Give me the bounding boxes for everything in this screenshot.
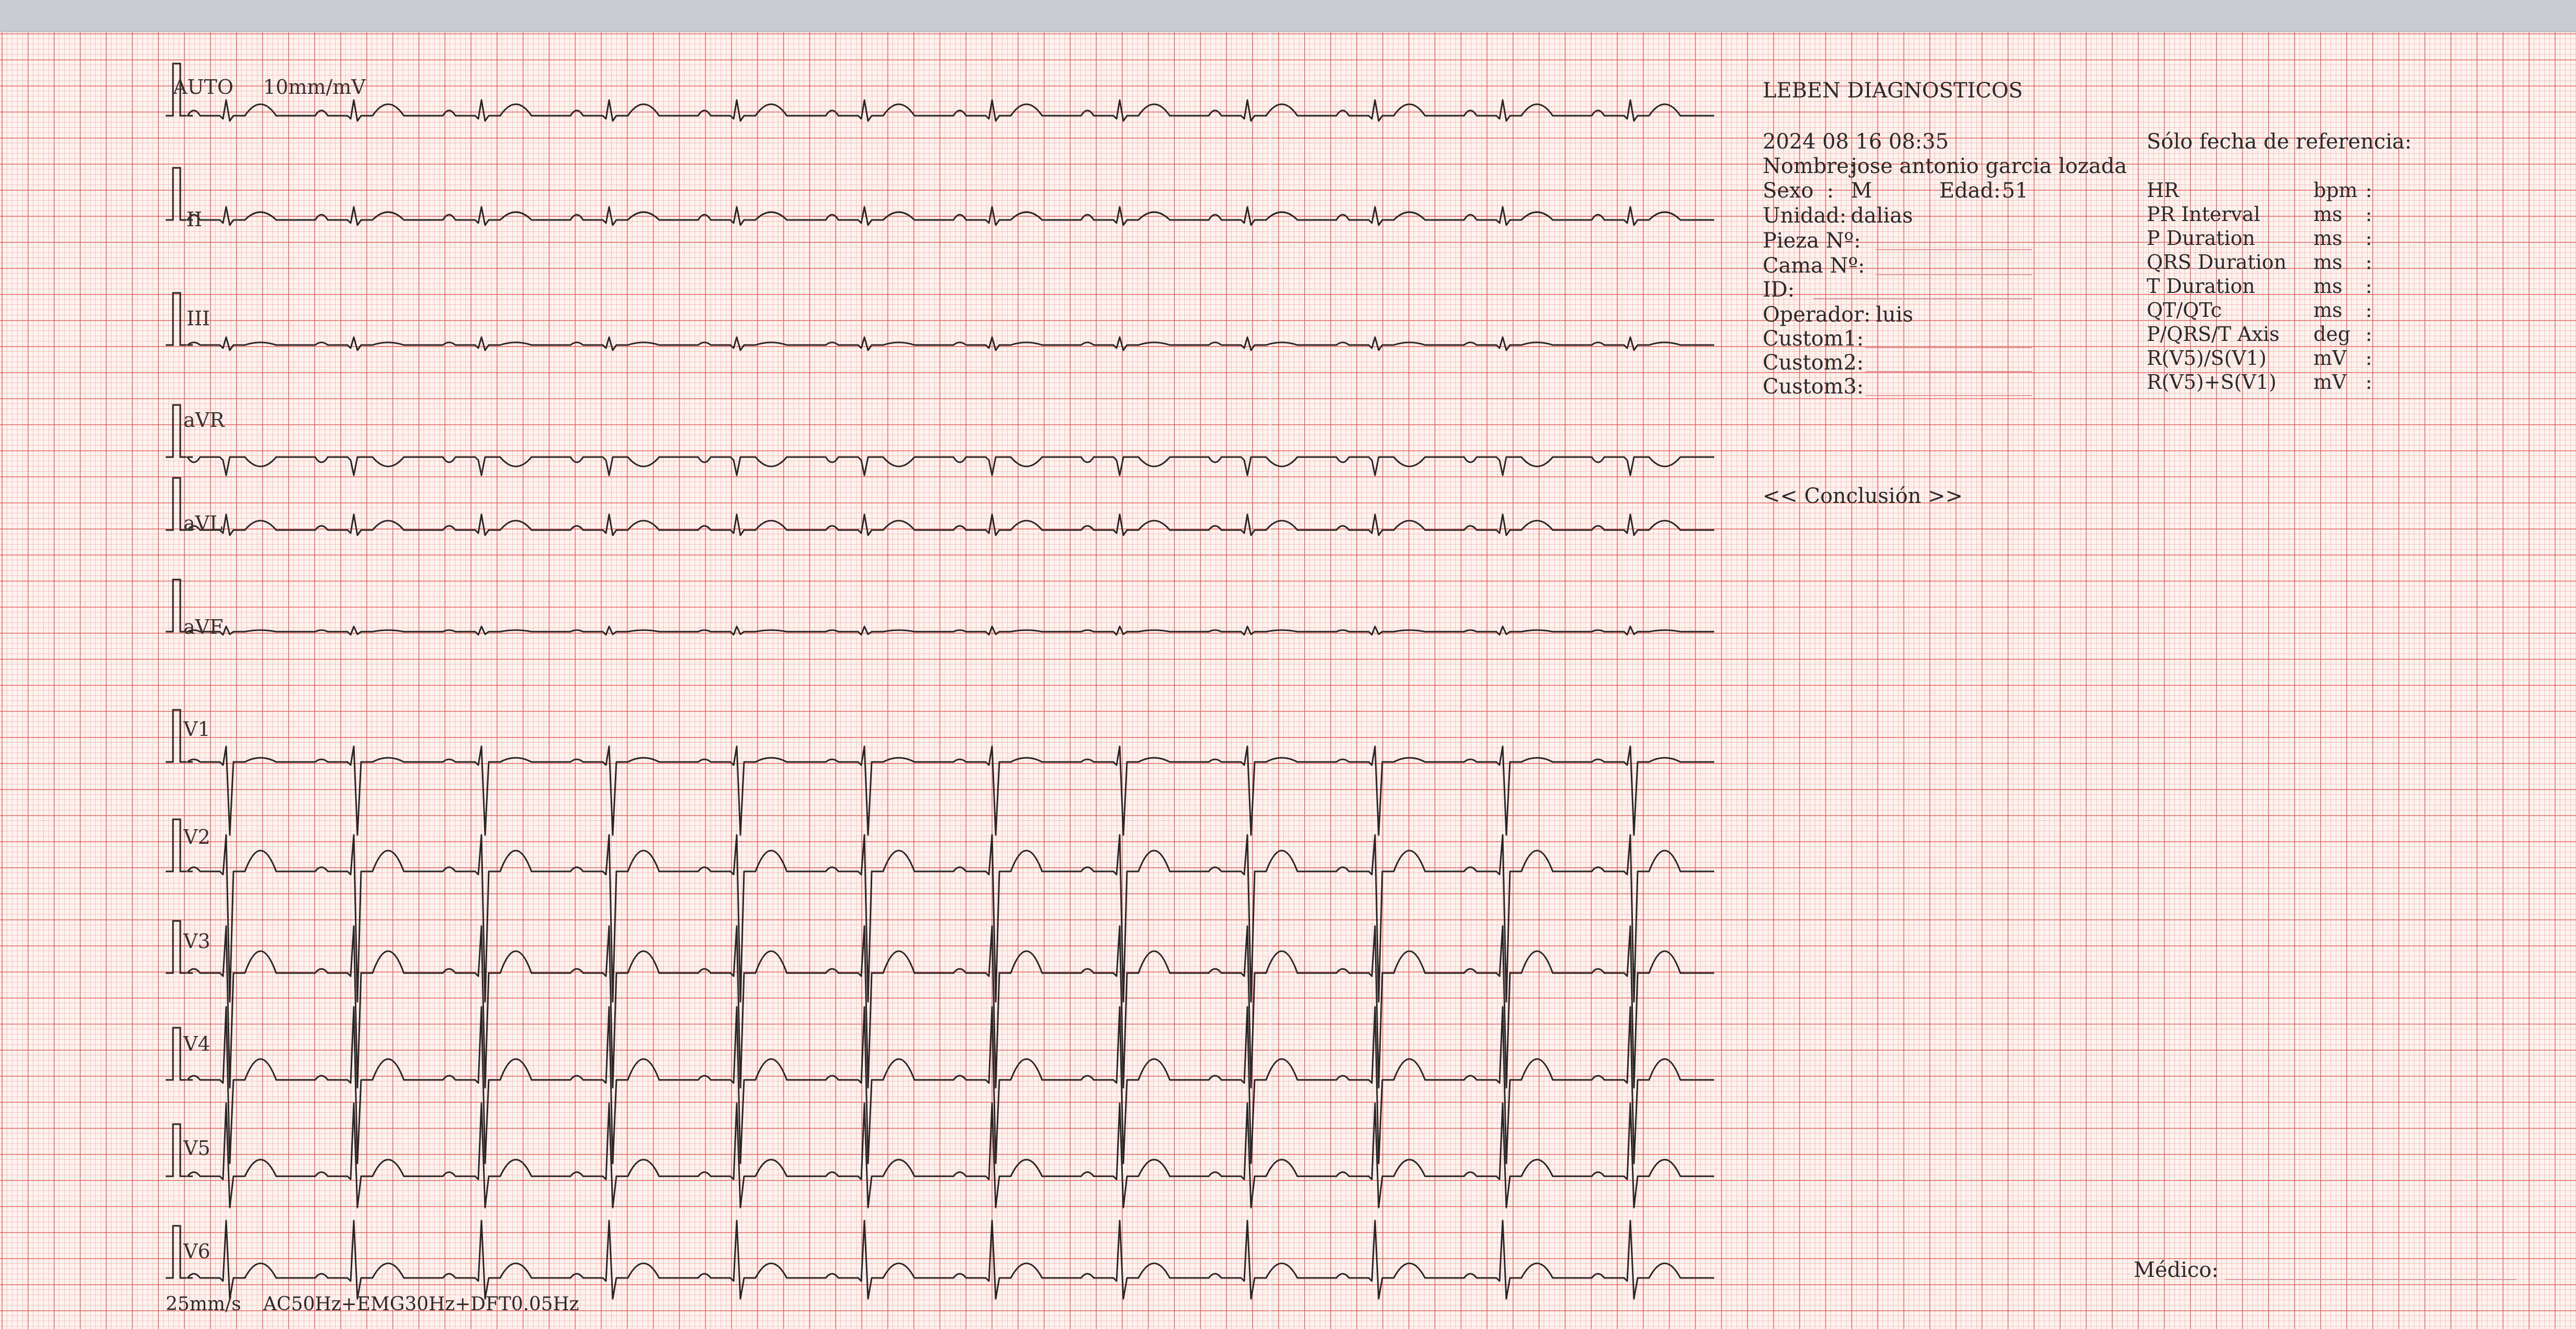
meas-unit: mV xyxy=(2313,347,2347,370)
meas-name: PR Interval xyxy=(2147,203,2260,226)
gain-value: 10mm/mV xyxy=(263,76,366,99)
ecg-trace-ii xyxy=(187,206,1714,226)
meas-name: P Duration xyxy=(2147,227,2256,250)
custom2-line xyxy=(1865,371,2032,372)
exam-datetime: 2024 08 16 08:35 xyxy=(1763,130,1949,154)
meas-value: : xyxy=(2366,251,2372,274)
custom1-label: Custom1: xyxy=(1763,327,1864,351)
meas-value: : xyxy=(2366,323,2372,346)
ecg-trace-v2 xyxy=(187,834,1714,1003)
lead-label-iii: III xyxy=(187,307,210,330)
custom3-label: Custom3: xyxy=(1763,375,1864,399)
calibration-pulse xyxy=(166,167,187,221)
meas-name: HR xyxy=(2147,179,2179,202)
pieza-line xyxy=(1876,249,2032,250)
custom1-line xyxy=(1865,347,2032,348)
lead-label-ii: II xyxy=(187,208,203,231)
ecg-trace-v4 xyxy=(187,1006,1714,1164)
ecg-trace-v3 xyxy=(187,925,1714,1089)
meas-name: R(V5)+S(V1) xyxy=(2147,371,2277,393)
meas-unit: ms xyxy=(2313,227,2343,250)
pieza-label: Pieza Nº: xyxy=(1763,229,1861,253)
lead-label-avf: aVF xyxy=(183,616,224,638)
meas-name: T Duration xyxy=(2147,275,2255,298)
ecg-paper: AUTO 10mm/mV I II III aVR aVL aVF V1 V2 … xyxy=(0,32,2576,1329)
meas-name: QRS Duration xyxy=(2147,251,2287,274)
gain-mode: AUTO xyxy=(173,76,233,99)
meas-unit: ms xyxy=(2313,203,2343,226)
meas-value: : xyxy=(2366,347,2372,370)
ecg-trace-avf xyxy=(187,625,1714,636)
lead-label-v1: V1 xyxy=(183,718,210,741)
custom3-line xyxy=(1865,395,2032,396)
unidad-label: Unidad: xyxy=(1763,204,1847,228)
ecg-trace-iii xyxy=(187,336,1714,351)
ecg-trace-avr xyxy=(187,456,1714,476)
lead-label-avr: aVR xyxy=(183,409,225,432)
meas-unit: mV xyxy=(2313,371,2347,393)
meas-name: QT/QTc xyxy=(2147,299,2222,322)
ecg-trace-avl xyxy=(187,513,1714,536)
operador-label: Operador: xyxy=(1763,303,1871,327)
meas-value: : xyxy=(2366,275,2372,298)
nombre-label: Nombre: xyxy=(1763,154,1856,178)
lead-label-v6: V6 xyxy=(183,1240,210,1263)
calibration-pulse xyxy=(166,292,187,346)
meas-name: R(V5)/S(V1) xyxy=(2147,347,2267,370)
clinic-name: LEBEN DIAGNOSTICOS xyxy=(1763,79,2023,103)
meas-name: P/QRS/T Axis xyxy=(2147,323,2280,346)
lead-label-v5: V5 xyxy=(183,1137,210,1160)
operador-value: luis xyxy=(1876,303,1913,327)
meas-value: : xyxy=(2366,299,2372,322)
sexo-value: M xyxy=(1851,179,1872,203)
nombre-value: jose antonio garcia lozada xyxy=(1851,154,2127,178)
cama-line xyxy=(1876,274,2032,275)
meas-value: : xyxy=(2366,179,2372,202)
lead-label-avl: aVL xyxy=(183,512,223,535)
ecg-trace-v5 xyxy=(187,1102,1714,1209)
paper-speed: 25mm/s xyxy=(166,1294,241,1315)
meas-value: : xyxy=(2366,203,2372,226)
conclusion-heading: << Conclusión >> xyxy=(1763,484,1963,508)
reference-note: Sólo fecha de referencia: xyxy=(2147,130,2412,154)
medico-label: Médico: xyxy=(2134,1258,2219,1282)
cama-label: Cama Nº: xyxy=(1763,254,1865,278)
ecg-trace-i xyxy=(187,99,1714,122)
lead-label-v2: V2 xyxy=(183,826,210,848)
medico-line xyxy=(2225,1279,2517,1280)
id-line xyxy=(1813,298,2032,299)
meas-unit: ms xyxy=(2313,275,2343,298)
meas-value: : xyxy=(2366,371,2372,393)
id-label: ID: xyxy=(1763,278,1795,302)
filter-settings: AC50Hz+EMG30Hz+DFT0.05Hz xyxy=(263,1294,579,1315)
meas-unit: ms xyxy=(2313,299,2343,322)
edad-label: Edad: xyxy=(1939,179,2001,203)
unidad-value: dalias xyxy=(1851,204,1913,228)
edad-value: 51 xyxy=(2002,179,2028,203)
lead-label-v4: V4 xyxy=(183,1032,210,1055)
sexo-label: Sexo : xyxy=(1763,179,1834,203)
meas-value: : xyxy=(2366,227,2372,250)
custom2-label: Custom2: xyxy=(1763,351,1864,375)
meas-unit: bpm xyxy=(2313,179,2358,202)
lead-label-v3: V3 xyxy=(183,930,210,953)
meas-unit: deg xyxy=(2313,323,2351,346)
ecg-trace-v6 xyxy=(187,1220,1714,1300)
meas-unit: ms xyxy=(2313,251,2343,274)
ecg-trace-v1 xyxy=(187,745,1714,836)
